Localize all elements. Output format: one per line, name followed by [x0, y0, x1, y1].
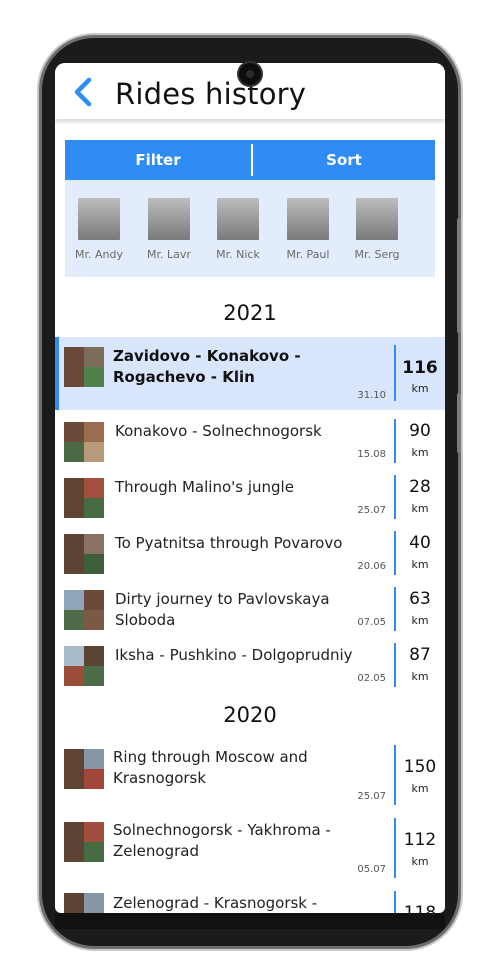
riders-thumbnail [64, 749, 104, 789]
distance-unit: km [411, 782, 429, 795]
divider [394, 419, 396, 463]
rider-name: Mr. Serg [354, 248, 400, 261]
ride-row[interactable]: Konakovo - Solnechnogorsk 15.08 90 km [55, 419, 445, 467]
ride-row[interactable]: Iksha - Pushkino - Dolgoprudniy 02.05 87… [55, 643, 445, 691]
ride-row[interactable]: Solnechnogorsk - Yakhroma - Zelenograd 0… [55, 818, 445, 882]
distance-unit: km [411, 558, 429, 571]
ride-distance: 40 [409, 533, 431, 553]
distance-unit: km [411, 446, 429, 459]
riders-thumbnail [64, 646, 104, 686]
ride-row[interactable]: To Pyatnitsa through Povarovo 20.06 40 k… [55, 531, 445, 579]
rider-nick[interactable]: Mr. Nick [207, 198, 269, 261]
phone-bottom-bezel [55, 913, 445, 929]
ride-title: Solnechnogorsk - Yakhroma - Zelenograd [113, 821, 331, 860]
ride-row[interactable]: Through Malino's jungle 25.07 28 km [55, 475, 445, 523]
divider [394, 345, 396, 401]
avatar [217, 198, 259, 240]
rider-lavr[interactable]: Mr. Lavr [138, 198, 200, 261]
year-header: 2021 [223, 301, 277, 325]
ride-distance: 118 [403, 903, 437, 913]
ride-row[interactable]: Dirty journey to Pavlovskaya Sloboda 07.… [55, 587, 445, 635]
riders-thumbnail [64, 347, 104, 387]
riders-thumbnail [64, 478, 104, 518]
ride-title: Zavidovo - Konakovo - Rogachevo - Klin [113, 347, 301, 386]
divider [394, 745, 396, 805]
ride-date: 25.07 [357, 791, 386, 802]
year-header: 2020 [223, 703, 277, 727]
rider-name: Mr. Andy [75, 248, 123, 261]
riders-thumbnail [64, 422, 104, 462]
ride-title: Iksha - Pushkino - Dolgoprudniy [115, 646, 353, 664]
ride-date: 07.05 [357, 617, 386, 628]
rider-serg[interactable]: Mr. Serg [346, 198, 408, 261]
ride-date: 31.10 [357, 390, 386, 401]
ride-distance: 150 [403, 757, 437, 777]
avatar [148, 198, 190, 240]
ride-date: 02.05 [357, 673, 386, 684]
ride-title: Zelenograd - Krasnogorsk - [113, 894, 318, 912]
ride-row[interactable]: Zelenograd - Krasnogorsk - 118 [55, 891, 445, 913]
avatar [287, 198, 329, 240]
riders-thumbnail [64, 822, 104, 862]
riders-thumbnail [64, 893, 104, 913]
divider [394, 531, 396, 575]
page-title: Rides history [115, 77, 307, 111]
ride-title: Konakovo - Solnechnogorsk [115, 422, 322, 440]
rider-name: Mr. Paul [286, 248, 330, 261]
filter-button[interactable]: Filter [65, 140, 251, 180]
ride-distance: 112 [403, 830, 437, 850]
side-button [457, 393, 461, 453]
ride-date: 15.08 [357, 449, 386, 460]
ride-title: Through Malino's jungle [115, 478, 294, 496]
ride-row[interactable]: Zavidovo - Konakovo - Rogachevo - Klin 3… [55, 337, 445, 410]
ride-distance: 87 [409, 645, 431, 665]
front-camera [239, 63, 261, 85]
ride-distance: 116 [402, 358, 438, 378]
app-screen: Rides history Filter Sort Mr. Andy Mr. L… [55, 63, 445, 913]
distance-unit: km [411, 502, 429, 515]
ride-date: 20.06 [357, 561, 386, 572]
sort-button[interactable]: Sort [253, 140, 435, 180]
distance-unit: km [411, 382, 429, 395]
ride-row[interactable]: Ring through Moscow and Krasnogorsk 25.0… [55, 745, 445, 809]
rider-paul[interactable]: Mr. Paul [277, 198, 339, 261]
distance-unit: km [411, 614, 429, 627]
ride-distance: 63 [409, 589, 431, 609]
distance-unit: km [411, 855, 429, 868]
back-button[interactable] [69, 77, 97, 107]
divider [394, 587, 396, 631]
divider [394, 643, 396, 687]
chevron-left-icon [74, 77, 92, 107]
divider [394, 891, 396, 913]
divider [394, 818, 396, 878]
rider-andy[interactable]: Mr. Andy [68, 198, 130, 261]
riders-thumbnail [64, 534, 104, 574]
ride-date: 05.07 [357, 864, 386, 875]
rider-name: Mr. Nick [216, 248, 260, 261]
avatar [78, 198, 120, 240]
filter-sort-bar: Filter Sort [65, 140, 435, 180]
distance-unit: km [411, 670, 429, 683]
riders-thumbnail [64, 590, 104, 630]
rider-name: Mr. Lavr [147, 248, 191, 261]
divider [394, 475, 396, 519]
ride-title: Ring through Moscow and Krasnogorsk [113, 748, 308, 787]
avatar [356, 198, 398, 240]
riders-filter-row: Mr. Andy Mr. Lavr Mr. Nick Mr. Paul Mr. … [65, 180, 435, 277]
side-button [457, 218, 461, 333]
ride-title: Dirty journey to Pavlovskaya Sloboda [115, 590, 330, 629]
ride-distance: 28 [409, 477, 431, 497]
ride-distance: 90 [409, 421, 431, 441]
ride-date: 25.07 [357, 505, 386, 516]
ride-title: To Pyatnitsa through Povarovo [115, 534, 343, 552]
